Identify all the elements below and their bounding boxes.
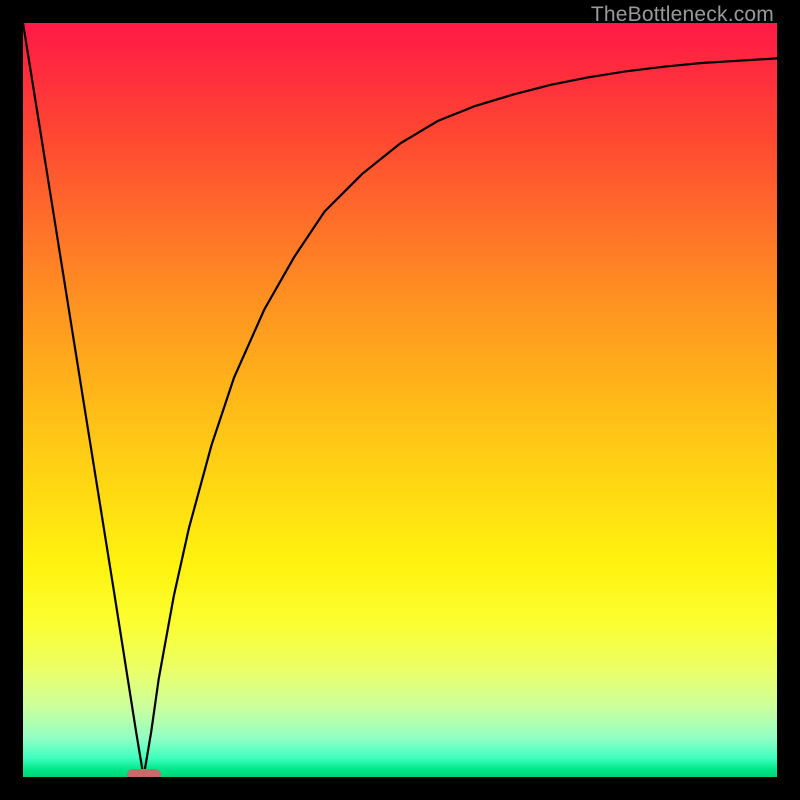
chart-frame: TheBottleneck.com [0,0,800,800]
watermark-text: TheBottleneck.com [591,3,774,27]
optimal-point-marker [127,769,161,777]
plot-area [23,23,777,777]
bottleneck-curve [23,23,777,777]
